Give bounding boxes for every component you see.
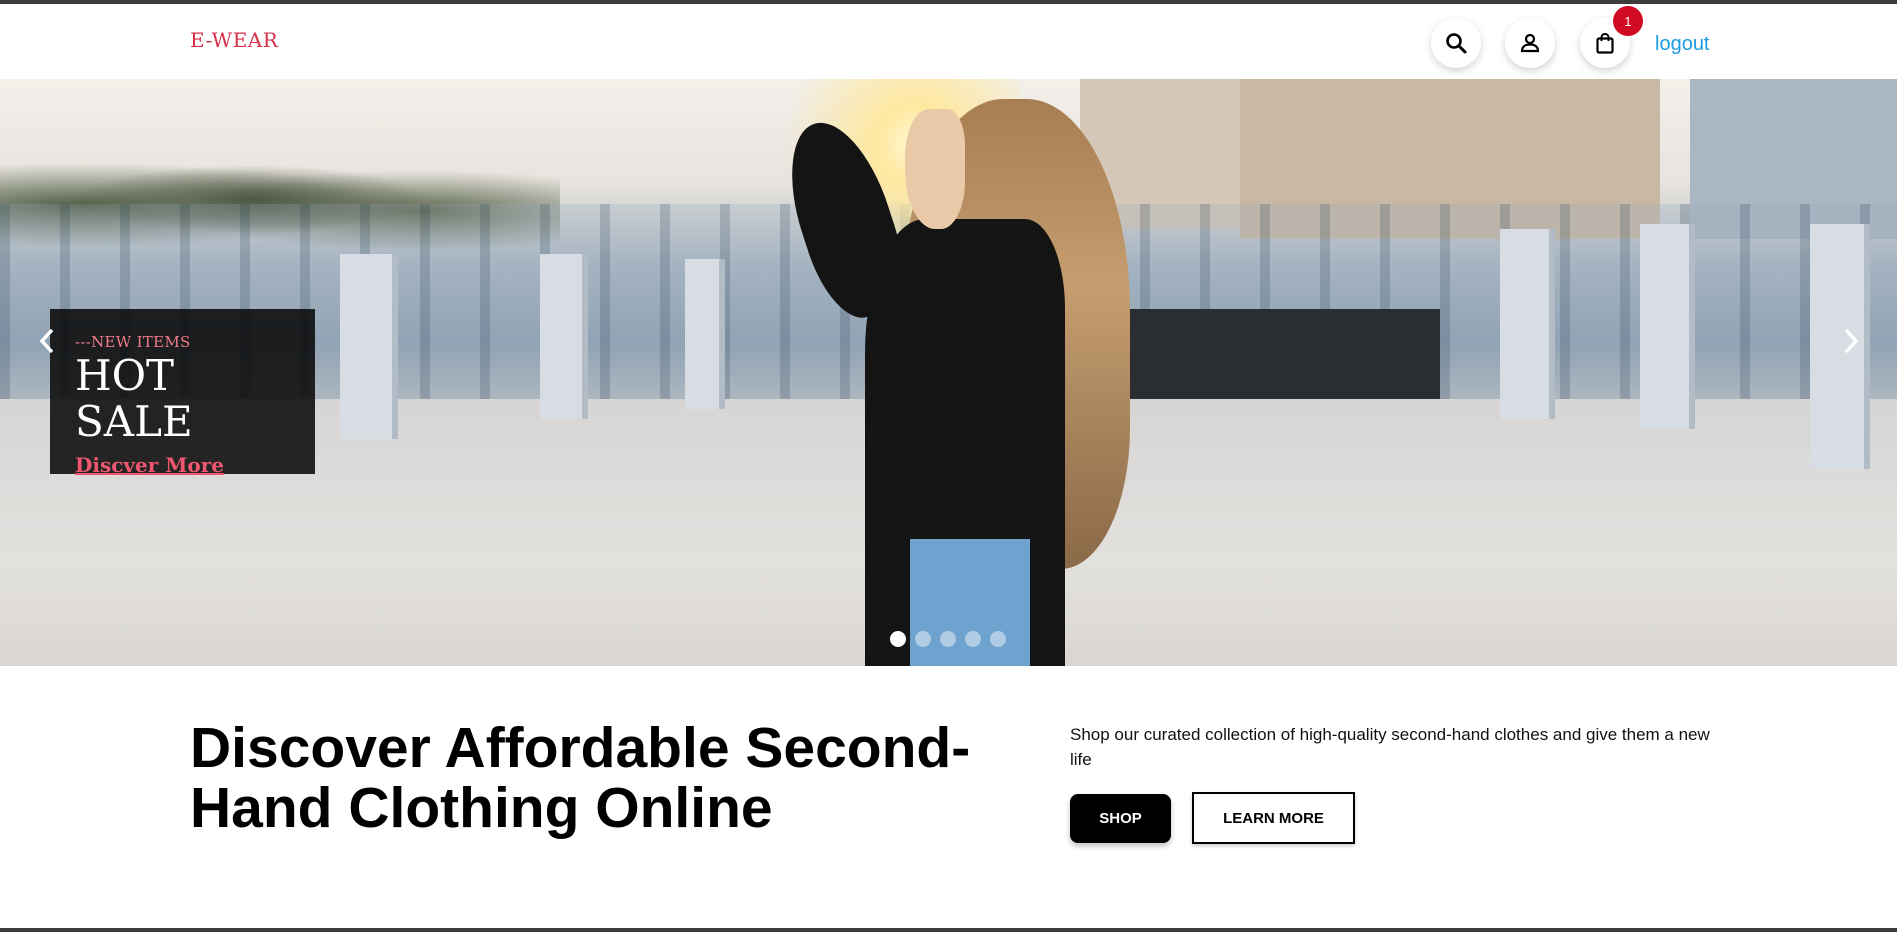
bottom-border bbox=[0, 928, 1897, 932]
model-face bbox=[905, 109, 965, 229]
site-logo[interactable]: E-WEAR bbox=[190, 28, 278, 52]
carousel-dot[interactable] bbox=[915, 631, 931, 647]
promo-title: HOT SALE bbox=[75, 351, 193, 447]
shop-button[interactable]: SHOP bbox=[1070, 794, 1171, 843]
cart-count-badge: 1 bbox=[1613, 6, 1643, 36]
site-header: E-WEAR 1 logout bbox=[0, 4, 1897, 79]
carousel-dot[interactable] bbox=[890, 631, 906, 647]
carousel-next-button[interactable] bbox=[1834, 311, 1868, 371]
logout-link[interactable]: logout bbox=[1655, 33, 1710, 56]
carousel-dot[interactable] bbox=[990, 631, 1006, 647]
hero-pillar bbox=[1500, 229, 1555, 419]
carousel-prev-button[interactable] bbox=[30, 311, 64, 371]
hero-pillar bbox=[685, 259, 725, 409]
page-headline: Discover Affordable Second-Hand Clothing… bbox=[190, 716, 971, 840]
user-icon bbox=[1520, 33, 1540, 53]
shopping-bag-icon bbox=[1596, 32, 1614, 54]
search-icon bbox=[1446, 33, 1467, 54]
hero-carousel: ---NEW ITEMS HOT SALE Discver More bbox=[0, 79, 1897, 666]
promo-kicker: ---NEW ITEMS bbox=[75, 333, 191, 351]
carousel-dot[interactable] bbox=[965, 631, 981, 647]
intro-description: Shop our curated collection of high-qual… bbox=[1070, 725, 1710, 769]
chevron-left-icon bbox=[39, 328, 54, 354]
discover-more-link[interactable]: Discver More bbox=[75, 453, 224, 477]
hero-tunnel bbox=[1120, 309, 1440, 399]
promo-card: ---NEW ITEMS HOT SALE Discver More bbox=[50, 309, 315, 477]
account-button[interactable] bbox=[1505, 18, 1555, 68]
chevron-right-icon bbox=[1844, 328, 1859, 354]
carousel-dot[interactable] bbox=[940, 631, 956, 647]
hero-pillar bbox=[540, 254, 588, 419]
learn-more-button[interactable]: LEARN MORE bbox=[1192, 792, 1355, 844]
carousel-indicators bbox=[890, 631, 1006, 647]
hero-pillar bbox=[340, 254, 398, 439]
search-button[interactable] bbox=[1431, 18, 1481, 68]
hero-pillar bbox=[1640, 224, 1695, 429]
